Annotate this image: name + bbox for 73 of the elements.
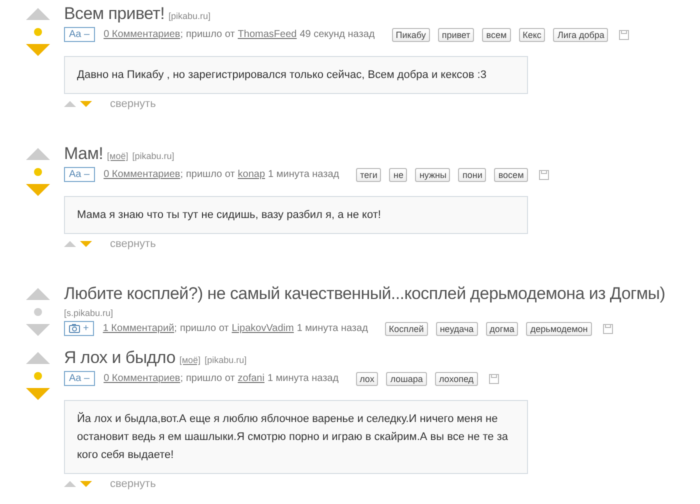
post-body: Мама я знаю что ты тут не сидишь, вазу разбил я, а не кот! <box>64 196 528 234</box>
downvote-arrow-icon[interactable] <box>26 324 50 336</box>
separator-text: ; <box>174 323 177 334</box>
post-title[interactable]: Любите косплей?) не самый качественный...косплей дерьмодемона из Догмы) <box>64 284 666 304</box>
author-link[interactable]: konap <box>238 169 266 180</box>
separator-text: ; <box>180 29 183 40</box>
comments-link[interactable]: 1 Комментарий <box>102 323 174 334</box>
from-label: пришло от <box>186 169 235 180</box>
upvote-arrow-icon[interactable] <box>64 241 76 247</box>
source-label: [pikabu.ru] <box>168 11 211 21</box>
tag[interactable]: Пикабу <box>392 28 430 42</box>
author-link[interactable]: zofani <box>238 373 264 384</box>
tag[interactable]: лох <box>356 372 378 386</box>
time-label: 1 минута назад <box>268 169 340 180</box>
tag[interactable]: привет <box>438 28 474 42</box>
post-title[interactable]: Всем привет! <box>64 4 165 24</box>
tag[interactable]: дерьмодемон <box>526 322 592 336</box>
author-link[interactable]: ThomasFeed <box>238 29 297 40</box>
from-label: пришло от <box>186 29 235 40</box>
text-post-badge[interactable]: Aa – <box>64 167 95 182</box>
separator-text: ; <box>180 373 183 384</box>
from-label: пришло от <box>186 373 235 384</box>
upvote-arrow-icon[interactable] <box>26 352 50 364</box>
post-body: Давно на Пикабу , но зарегистрировался только сейчас, Всем добра и кексов :3 <box>64 56 528 94</box>
post-body: Йа лох и быдла,вот.А еще я люблю яблочное варенье и селедку.И ничего меня не остановит ведь я ем шашлыки.Я смотрю порно и играю в скайрим.А вы все не те за кого себя выдаете! <box>64 400 528 474</box>
mine-label[interactable]: [моё] <box>107 151 128 161</box>
upvote-arrow-icon[interactable] <box>26 148 50 160</box>
text-post-badge[interactable]: Aa – <box>64 27 95 42</box>
camera-icon <box>69 324 80 333</box>
downvote-arrow-icon[interactable] <box>80 241 92 247</box>
source-label: [pikabu.ru] <box>204 355 247 365</box>
source-label: [pikabu.ru] <box>132 151 174 161</box>
time-label: 1 минута назад <box>296 323 368 334</box>
tag[interactable]: лошара <box>386 372 427 386</box>
save-icon[interactable] <box>488 374 499 384</box>
comments-link[interactable]: 0 Комментариев <box>104 29 180 40</box>
save-icon[interactable] <box>602 324 613 334</box>
tag[interactable]: пони <box>458 168 486 182</box>
tag[interactable]: восем <box>494 168 528 182</box>
save-icon[interactable] <box>538 170 549 180</box>
source-label: [s.pikabu.ru] <box>64 308 114 318</box>
upvote-arrow-icon[interactable] <box>64 101 76 107</box>
tag[interactable]: не <box>389 168 408 182</box>
comments-link[interactable]: 0 Комментариев <box>104 373 180 384</box>
post-title[interactable]: Я лох и быдло <box>64 348 176 368</box>
mine-label[interactable]: [моё] <box>179 355 201 365</box>
post-title[interactable]: Мам! <box>64 144 104 164</box>
separator-text: ; <box>180 169 183 180</box>
tag[interactable]: неудача <box>436 322 478 336</box>
save-icon[interactable] <box>619 30 630 40</box>
tag[interactable]: догма <box>486 322 518 336</box>
text-post-badge[interactable]: Aa – <box>64 371 95 386</box>
upvote-arrow-icon[interactable] <box>26 288 50 300</box>
comments-link[interactable]: 0 Комментариев <box>104 169 180 180</box>
tag[interactable]: всем <box>482 28 511 42</box>
downvote-arrow-icon[interactable] <box>80 481 92 487</box>
tag[interactable]: Лига добра <box>553 28 608 42</box>
downvote-arrow-icon[interactable] <box>26 388 50 400</box>
tag[interactable]: нужны <box>415 168 450 182</box>
tag[interactable]: теги <box>356 168 382 182</box>
upvote-arrow-icon[interactable] <box>26 8 50 20</box>
from-label: пришло от <box>180 323 229 334</box>
photo-post-badge[interactable]: + <box>64 321 94 336</box>
downvote-arrow-icon[interactable] <box>80 101 92 107</box>
author-link[interactable]: LipakovVadim <box>232 323 294 334</box>
downvote-arrow-icon[interactable] <box>26 44 50 56</box>
time-label: 1 минута назад <box>267 373 339 384</box>
tag[interactable]: лохопед <box>434 372 478 386</box>
upvote-arrow-icon[interactable] <box>64 481 76 487</box>
tag[interactable]: Кекс <box>518 28 546 42</box>
downvote-arrow-icon[interactable] <box>26 184 50 196</box>
time-label: 49 секунд назад <box>300 29 375 40</box>
tag[interactable]: Косплей <box>384 322 428 336</box>
